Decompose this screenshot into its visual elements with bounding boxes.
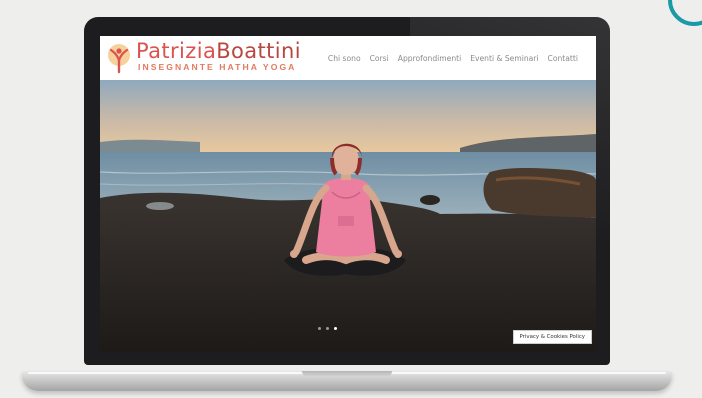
main-nav: Chi sono Corsi Approfondimenti Eventi & …	[328, 54, 578, 63]
hero-slider: Privacy & Cookies Policy	[100, 80, 596, 352]
privacy-cookies-button[interactable]: Privacy & Cookies Policy	[512, 330, 592, 344]
slider-dot-1[interactable]	[318, 327, 321, 330]
brand-tagline: INSEGNANTE HATHA YOGA	[138, 62, 297, 72]
corner-badge	[668, 0, 702, 26]
slider-dots	[318, 327, 337, 330]
lotus-figure-icon	[108, 44, 130, 74]
laptop-notch	[302, 371, 392, 377]
nav-item-eventi-seminari[interactable]: Eventi & Seminari	[470, 54, 538, 63]
nav-item-contatti[interactable]: Contatti	[548, 54, 578, 63]
slider-dot-3[interactable]	[334, 327, 337, 330]
site-header: PatriziaBoattini INSEGNANTE HATHA YOGA C…	[100, 36, 596, 81]
laptop-base	[22, 371, 672, 391]
nav-item-corsi[interactable]: Corsi	[370, 54, 389, 63]
brand-name[interactable]: PatriziaBoattini	[136, 39, 301, 63]
nav-item-approfondimenti[interactable]: Approfondimenti	[398, 54, 461, 63]
hero-image	[100, 80, 596, 352]
brand-first-name: Patrizia	[136, 39, 217, 63]
brand-last-name: Boattini	[216, 39, 301, 63]
slider-dot-2[interactable]	[326, 327, 329, 330]
nav-item-chi-sono[interactable]: Chi sono	[328, 54, 361, 63]
laptop-screen: PatriziaBoattini INSEGNANTE HATHA YOGA C…	[100, 36, 596, 352]
